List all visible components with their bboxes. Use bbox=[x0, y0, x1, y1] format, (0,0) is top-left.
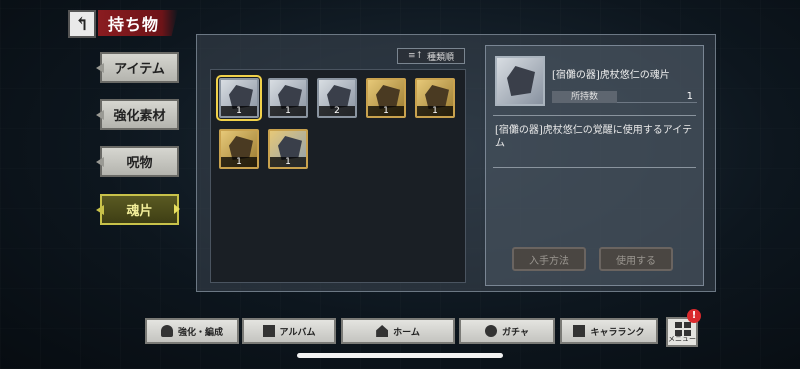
rank-icon bbox=[573, 325, 586, 337]
tab-materials[interactable]: 強化素材 bbox=[100, 99, 179, 130]
notification-badge: ! bbox=[687, 309, 701, 323]
home-indicator[interactable] bbox=[297, 353, 503, 358]
nav-label: ガチャ bbox=[502, 327, 529, 338]
owned-label: 所持数 bbox=[552, 91, 617, 103]
sort-button[interactable]: ≡↑ 種類順 bbox=[397, 48, 465, 64]
tab-items[interactable]: アイテム bbox=[100, 52, 179, 83]
nav-enhance-formation[interactable]: 強化・編成 bbox=[145, 318, 239, 344]
item-count: 1 bbox=[221, 157, 257, 167]
tab-label: アイテム bbox=[114, 62, 165, 77]
back-arrow-icon: ↰ bbox=[74, 13, 90, 35]
gacha-icon bbox=[485, 325, 498, 337]
owned-value: 1 bbox=[686, 91, 693, 102]
item-slot[interactable]: 1 bbox=[268, 129, 308, 169]
item-description: [宿儺の器]虎杖悠仁の覚醒に使用するアイテム bbox=[495, 125, 693, 149]
divider bbox=[617, 102, 697, 103]
item-count: 1 bbox=[270, 157, 306, 167]
tab-label: 呪物 bbox=[126, 156, 153, 171]
nav-album[interactable]: アルバム bbox=[242, 318, 336, 344]
obtain-method-button[interactable]: 入手方法 bbox=[512, 247, 586, 271]
soul-fragment-icon bbox=[507, 66, 535, 96]
item-count: 1 bbox=[417, 106, 453, 116]
nav-label: アルバム bbox=[279, 327, 316, 338]
owned-count-row: 所持数 1 bbox=[552, 91, 697, 103]
item-slot[interactable]: 1 bbox=[268, 78, 308, 118]
home-icon bbox=[376, 325, 389, 337]
back-button[interactable]: ↰ bbox=[68, 10, 96, 38]
nav-character-rank[interactable]: キャラランク bbox=[560, 318, 658, 344]
nav-label: 強化・編成 bbox=[177, 327, 223, 338]
item-grid: 1 1 2 1 1 1 1 bbox=[210, 69, 466, 283]
nav-label: ホーム bbox=[393, 327, 420, 338]
tab-label: 強化素材 bbox=[113, 109, 166, 124]
item-count: 1 bbox=[221, 106, 257, 116]
item-slot[interactable]: 1 bbox=[216, 75, 262, 121]
item-name: [宿儺の器]虎杖悠仁の魂片 bbox=[552, 70, 670, 81]
tab-cursed-objects[interactable]: 呪物 bbox=[100, 146, 179, 177]
divider bbox=[493, 167, 696, 168]
album-icon bbox=[262, 325, 275, 337]
use-button[interactable]: 使用する bbox=[599, 247, 673, 271]
item-count: 1 bbox=[368, 106, 404, 116]
tab-label: 魂片 bbox=[126, 204, 153, 219]
nav-home[interactable]: ホーム bbox=[341, 318, 455, 344]
item-slot[interactable]: 1 bbox=[415, 78, 455, 118]
nav-label: キャラランク bbox=[590, 327, 645, 338]
item-count: 1 bbox=[270, 106, 306, 116]
menu-label: メニュー bbox=[668, 335, 696, 343]
item-slot[interactable]: 2 bbox=[317, 78, 357, 118]
selected-item-icon bbox=[495, 56, 545, 106]
item-count: 2 bbox=[319, 106, 355, 116]
team-icon bbox=[160, 325, 173, 337]
tab-soul-fragments[interactable]: 魂片 bbox=[100, 194, 179, 225]
sort-icon: ≡↑ bbox=[407, 51, 424, 61]
page-title: 持ち物 bbox=[98, 10, 178, 36]
item-slot[interactable]: 1 bbox=[219, 129, 259, 169]
active-tab-arrow-icon bbox=[174, 204, 180, 214]
divider bbox=[493, 115, 696, 116]
nav-gacha[interactable]: ガチャ bbox=[459, 318, 555, 344]
item-slot[interactable]: 1 bbox=[366, 78, 406, 118]
sort-label: 種類順 bbox=[427, 52, 455, 63]
